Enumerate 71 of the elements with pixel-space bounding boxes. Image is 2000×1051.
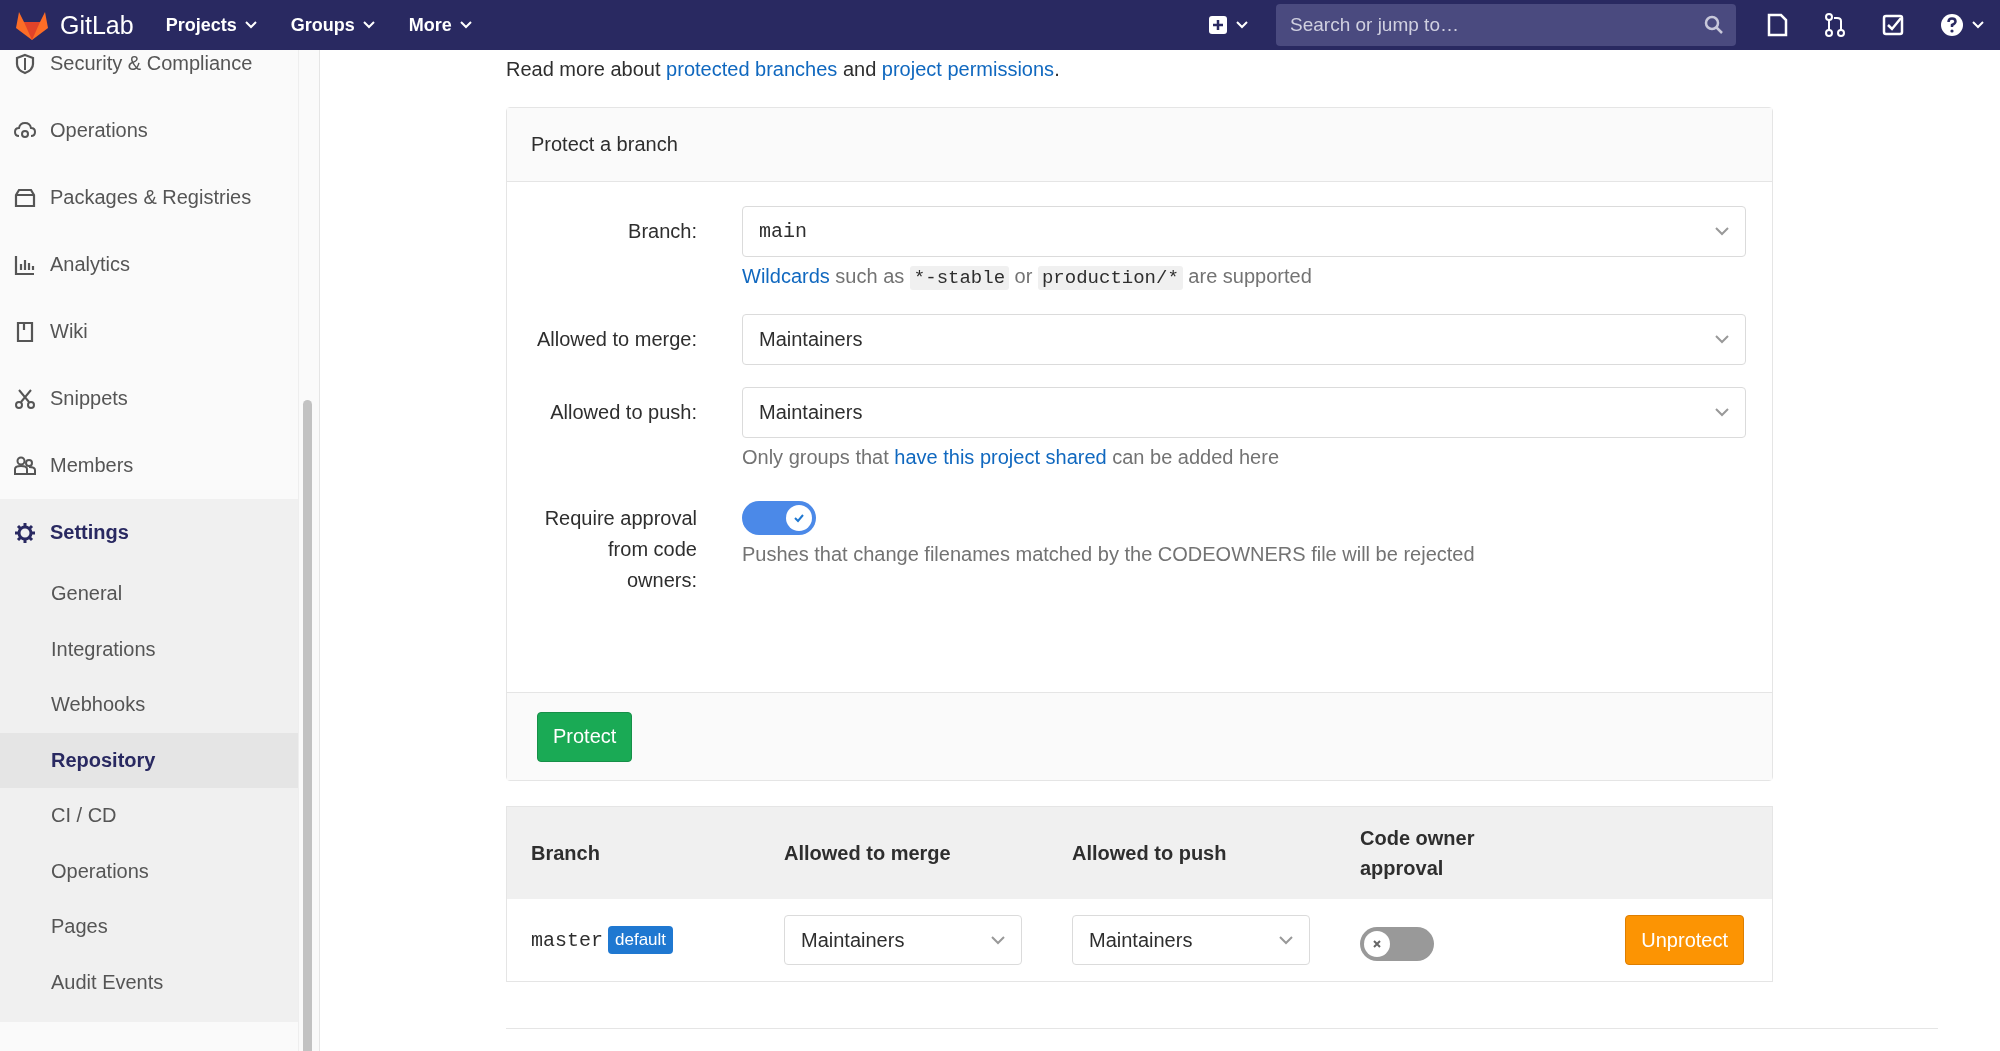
caret-icon (1236, 21, 1248, 29)
scissors-icon (14, 387, 36, 410)
nav-menu[interactable]: Groups (286, 8, 379, 42)
sidebar-item[interactable]: Wiki (0, 298, 298, 365)
chevron-down-icon (1715, 408, 1729, 417)
chevron-down-icon (991, 935, 1005, 945)
toggle-switch[interactable] (742, 501, 816, 535)
chevron-down-icon (1715, 335, 1729, 344)
new-menu-button[interactable] (1208, 15, 1248, 35)
chevron-down-icon (1279, 935, 1293, 945)
sidebar-subitem[interactable]: Integrations (0, 621, 298, 677)
sidebar-subitem[interactable]: General (0, 566, 298, 622)
help-text: Wildcards such as *-stable or production/* are supported (742, 264, 1313, 292)
caret-icon (244, 21, 257, 29)
field-label: Require approval from code owners: (543, 506, 697, 593)
sidebar-item[interactable]: Snippets (0, 365, 298, 432)
sidebar-subitem[interactable]: Operations (0, 843, 298, 899)
search-icon (1704, 15, 1724, 35)
sidebar-item[interactable]: Packages & Registries (0, 164, 298, 231)
brand-name[interactable]: GitLab (60, 10, 134, 40)
column-header: Code owner approval (1359, 826, 1476, 881)
link[interactable]: protected branches (666, 58, 838, 80)
search-field[interactable]: Search or jump to… (1276, 4, 1736, 46)
scrollbar-thumb[interactable] (303, 400, 312, 1051)
link[interactable]: project permissions (881, 58, 1055, 80)
nav-menu[interactable]: Projects (161, 8, 261, 42)
sidebar-item[interactable]: Settings (0, 499, 298, 566)
users-icon (14, 454, 36, 477)
chart-icon (14, 253, 36, 276)
todo-checkbox-icon[interactable] (1882, 14, 1904, 36)
field-label: Allowed to merge: (535, 327, 697, 352)
help-text: Pushes that change filenames matched by the CODEOWNERS file will be rejected (742, 542, 1476, 567)
column-header: Branch (530, 841, 601, 866)
gear-icon (14, 521, 36, 544)
column-header: Allowed to merge (783, 841, 952, 866)
help-menu-button[interactable] (1940, 13, 1984, 37)
sidebar-item[interactable]: Security & Compliance (0, 50, 298, 97)
intro-text: Read more about protected branches and project permissions. (506, 57, 1061, 81)
default-badge: default (608, 926, 674, 954)
sidebar-subitem[interactable]: Webhooks (0, 677, 298, 733)
toggle-switch[interactable] (1360, 927, 1434, 961)
dropdown-field[interactable]: Maintainers (742, 387, 1746, 438)
merge-request-icon[interactable] (1824, 13, 1846, 37)
shield-icon (14, 52, 36, 75)
sidebar-subitem[interactable]: Audit Events (0, 954, 298, 1010)
caret-icon (1972, 21, 1984, 29)
caret-icon (362, 21, 375, 29)
card-title: Protect a branch (531, 133, 678, 156)
link[interactable]: have this project shared (894, 446, 1107, 468)
field-label: Branch: (627, 219, 697, 244)
help-text: Only groups that have this project shared can be added here (742, 445, 1281, 470)
dropdown-field[interactable]: Maintainers (784, 915, 1022, 965)
dropdown-field[interactable]: Maintainers (1072, 915, 1310, 965)
branch-name: master (531, 928, 603, 952)
column-header: Allowed to push (1071, 841, 1228, 866)
dropdown-field[interactable]: Maintainers (742, 314, 1746, 365)
sidebar-item[interactable]: Operations (0, 97, 298, 164)
sidebar-subitem[interactable]: Repository (0, 732, 298, 788)
dropdown-field[interactable]: main (742, 206, 1746, 257)
chevron-down-icon (1715, 227, 1729, 236)
field-label: Allowed to push: (549, 400, 697, 425)
document-icon[interactable] (1766, 13, 1788, 37)
caret-icon (459, 21, 472, 29)
sidebar-item[interactable]: Members (0, 432, 298, 499)
sidebar-subitem[interactable]: CI / CD (0, 788, 298, 844)
book-icon (14, 320, 36, 343)
sidebar-item[interactable]: Analytics (0, 231, 298, 298)
sidebar-subitem[interactable]: Pages (0, 899, 298, 955)
nav-menu[interactable]: More (404, 8, 476, 42)
link[interactable]: Wildcards (742, 265, 830, 287)
package-icon (14, 186, 36, 209)
